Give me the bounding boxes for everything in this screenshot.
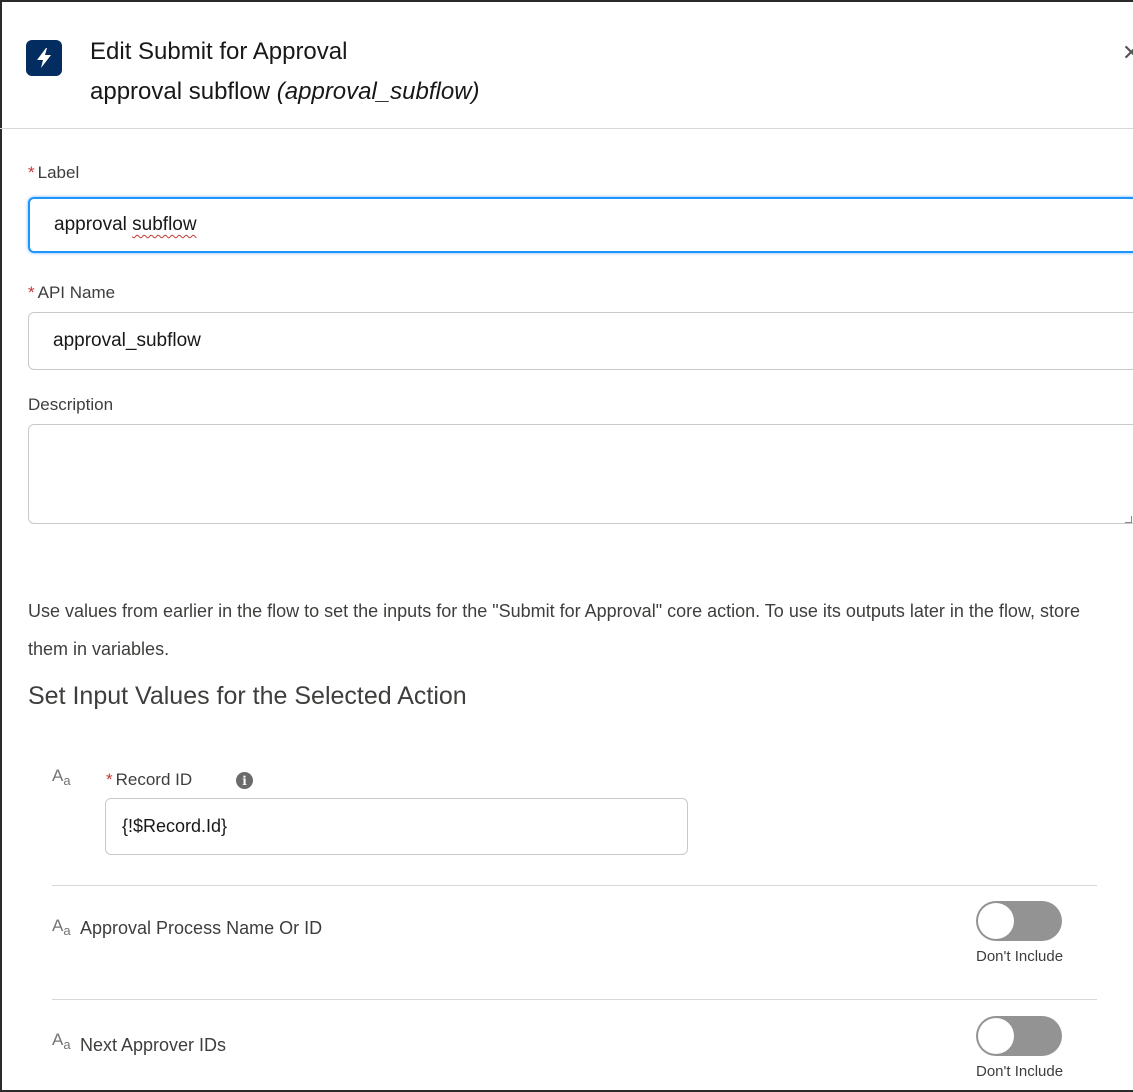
misspelled-word: subflow [132, 214, 197, 235]
subtitle-label: approval subflow [90, 78, 271, 105]
help-text: Use values from earlier in the flow to s… [28, 601, 1080, 659]
description-textarea[interactable] [28, 424, 1133, 524]
required-marker: * [28, 283, 35, 302]
record-id-input[interactable]: {!$Record.Id} [105, 798, 688, 855]
text-type-icon: Aa [52, 766, 71, 788]
close-icon[interactable]: ✕ [1122, 40, 1133, 66]
required-marker: * [106, 770, 113, 789]
subtitle-api-name: (approval_subflow) [276, 78, 480, 105]
text-type-icon: Aa [52, 916, 71, 938]
approval-process-label: Approval Process Name Or ID [80, 918, 323, 938]
divider [52, 999, 1097, 1000]
next-approver-toggle[interactable] [976, 1016, 1062, 1056]
dialog-header: Edit Submit for Approval approval subflo… [0, 0, 1133, 129]
required-marker: * [28, 163, 35, 182]
toggle-knob [978, 903, 1014, 939]
lightning-bolt-icon [26, 40, 62, 76]
api-name-field-label: * API Name [28, 283, 116, 302]
api-name-input[interactable]: approval_subflow [28, 312, 1133, 370]
next-approver-label: Next Approver IDs [80, 1035, 227, 1055]
dialog-subtitle: approval subflow (approval_subflow) [90, 78, 480, 106]
next-approver-toggle-caption: Don't Include [976, 1063, 1064, 1080]
label-field-label: * Label [28, 163, 80, 182]
section-title: Set Input Values for the Selected Action [28, 682, 467, 710]
divider [52, 885, 1097, 886]
dialog-title: Edit Submit for Approval [90, 38, 348, 65]
text-type-icon: Aa [52, 1030, 71, 1052]
label-input[interactable]: approval subflow [28, 197, 1133, 253]
textarea-resize-handle[interactable] [1125, 516, 1132, 523]
toggle-knob [978, 1018, 1014, 1054]
record-id-label: * Record ID [106, 770, 193, 789]
info-icon[interactable]: i [236, 772, 253, 789]
approval-process-toggle-caption: Don't Include [976, 948, 1064, 965]
description-field-label: Description [28, 395, 114, 414]
approval-process-toggle[interactable] [976, 901, 1062, 941]
